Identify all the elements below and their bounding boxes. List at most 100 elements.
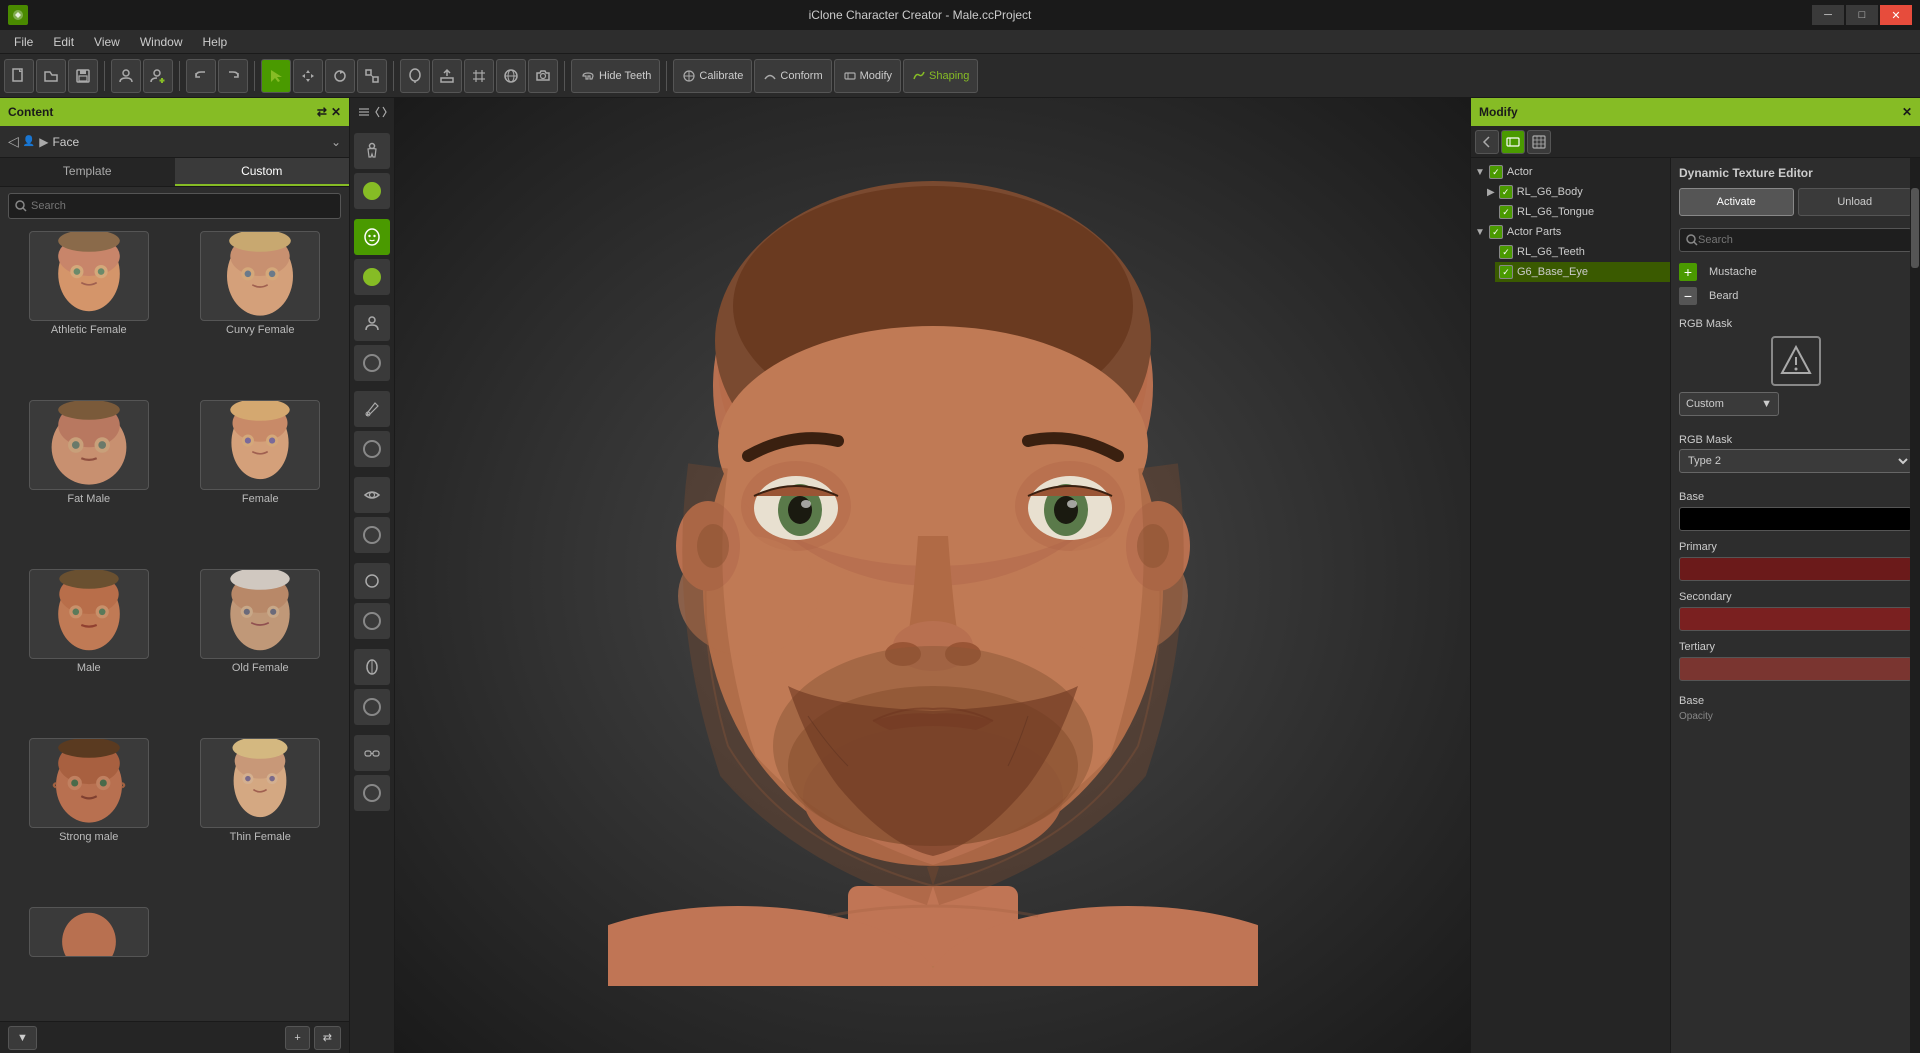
maximize-button[interactable]: □ (1846, 5, 1878, 25)
remove-beard-button[interactable]: − (1679, 287, 1697, 305)
grid-button[interactable] (464, 59, 494, 93)
scrollbar-thumb[interactable] (1911, 188, 1919, 268)
circle-dot-icon[interactable] (354, 603, 390, 639)
list-item[interactable]: Thin Female (178, 738, 344, 901)
texture-search-box[interactable] (1679, 228, 1912, 252)
menu-file[interactable]: File (4, 33, 43, 51)
scroll-down-button[interactable]: ▼ (8, 1026, 37, 1050)
edit-item-button[interactable]: ⇄ (314, 1026, 341, 1050)
face-sub-icon[interactable] (354, 259, 390, 295)
menu-help[interactable]: Help (193, 33, 238, 51)
primary-color-swatch[interactable] (1679, 557, 1912, 581)
scale-button[interactable] (357, 59, 387, 93)
eye-dot-icon[interactable] (354, 517, 390, 553)
base-color-swatch[interactable] (1679, 507, 1912, 531)
person-button[interactable] (111, 59, 141, 93)
list-item[interactable] (6, 907, 172, 1015)
eye-icon[interactable] (354, 477, 390, 513)
body-sub-icon[interactable] (354, 173, 390, 209)
content-search-box[interactable] (8, 193, 341, 219)
custom-dropdown[interactable]: Custom ▼ (1679, 392, 1779, 416)
menu-view[interactable]: View (84, 33, 130, 51)
circle-icon[interactable] (354, 563, 390, 599)
list-item[interactable]: Fat Male (6, 400, 172, 563)
tree-item-actor[interactable]: ▼ ✓ Actor (1471, 162, 1670, 182)
wrench-dot-icon[interactable] (354, 689, 390, 725)
right-panel-toolbar (1471, 126, 1920, 158)
person-icon[interactable] (354, 305, 390, 341)
conform-button[interactable]: Conform (754, 59, 831, 93)
texture-search-input[interactable] (1698, 234, 1905, 246)
tree-item-teeth[interactable]: ✓ RL_G6_Teeth (1495, 242, 1670, 262)
list-item[interactable]: Curvy Female (178, 231, 344, 394)
open-button[interactable] (36, 59, 66, 93)
rgb-mask-type-section: RGB Mask Type 2 Type 1 Type 3 (1679, 434, 1912, 473)
close-panel-icon[interactable]: ✕ (331, 105, 341, 119)
brush-dot-icon[interactable] (354, 431, 390, 467)
select-button[interactable] (261, 59, 291, 93)
list-item[interactable]: Old Female (178, 569, 344, 732)
person-dot-icon[interactable] (354, 345, 390, 381)
list-item[interactable]: Athletic Female (6, 231, 172, 394)
secondary-color-swatch[interactable] (1679, 607, 1912, 631)
close-button[interactable]: ✕ (1880, 5, 1912, 25)
glasses-icon[interactable] (354, 735, 390, 771)
modify-button[interactable]: Modify (834, 59, 901, 93)
list-item[interactable]: Strong male (6, 738, 172, 901)
add-item-button[interactable]: + (285, 1026, 309, 1050)
hide-teeth-button[interactable]: Hide Teeth (571, 59, 660, 93)
rotate-button[interactable] (325, 59, 355, 93)
undo-button[interactable] (186, 59, 216, 93)
mustache-row: + Mustache (1679, 260, 1912, 284)
brush-icon[interactable] (354, 391, 390, 427)
headshape-button[interactable] (400, 59, 430, 93)
add-mustache-button[interactable]: + (1679, 263, 1697, 281)
modify-icon[interactable] (1501, 130, 1525, 154)
texture-icon[interactable] (1527, 130, 1551, 154)
tree-item-tongue[interactable]: ✓ RL_G6_Tongue (1495, 202, 1670, 222)
export-button[interactable] (432, 59, 462, 93)
wrench-icon[interactable] (354, 649, 390, 685)
face-label: Athletic Female (51, 324, 127, 336)
tree-item-actor-parts[interactable]: ▼ ✓ Actor Parts (1471, 222, 1670, 242)
search-input[interactable] (31, 200, 334, 212)
tree-item-eye[interactable]: ✓ G6_Base_Eye (1495, 262, 1670, 282)
new-button[interactable] (4, 59, 34, 93)
move-button[interactable] (293, 59, 323, 93)
tab-custom[interactable]: Custom (175, 158, 350, 186)
globe-button[interactable] (496, 59, 526, 93)
camera-button[interactable] (528, 59, 558, 93)
hide-teeth-label: Hide Teeth (599, 70, 651, 82)
activate-button[interactable]: Activate (1679, 188, 1794, 216)
beard-row: − Beard (1679, 284, 1912, 308)
face-icon[interactable] (354, 219, 390, 255)
back-icon[interactable] (1475, 130, 1499, 154)
rgb-mask-type-select[interactable]: Type 2 Type 1 Type 3 (1679, 449, 1912, 473)
texture-scrollbar[interactable] (1910, 158, 1920, 1053)
glasses-dot-icon[interactable] (354, 775, 390, 811)
redo-button[interactable] (218, 59, 248, 93)
list-item[interactable]: Female (178, 400, 344, 563)
body-icon[interactable] (354, 133, 390, 169)
minimize-button[interactable]: ─ (1812, 5, 1844, 25)
rgb-mask-type-label: RGB Mask (1679, 434, 1912, 446)
nav-expand[interactable]: ⌄ (331, 135, 341, 149)
back-button[interactable]: ◁ (8, 133, 19, 150)
base-color-label: Base (1679, 491, 1912, 503)
tree-item-body[interactable]: ▶ ✓ RL_G6_Body (1483, 182, 1670, 202)
shaping-button[interactable]: Shaping (903, 59, 978, 93)
breadcrumb-nav: ◁ 👤 ▶ Face ⌄ (0, 126, 349, 158)
menu-edit[interactable]: Edit (43, 33, 84, 51)
menu-window[interactable]: Window (130, 33, 193, 51)
tertiary-color-swatch[interactable] (1679, 657, 1912, 681)
calibrate-button[interactable]: Calibrate (673, 59, 752, 93)
unload-button[interactable]: Unload (1798, 188, 1913, 216)
save-button[interactable] (68, 59, 98, 93)
tab-template[interactable]: Template (0, 158, 175, 186)
close-right-panel[interactable]: ✕ (1902, 105, 1912, 119)
resize-handle[interactable] (354, 102, 390, 122)
expand-icon[interactable]: ⇄ (317, 105, 327, 119)
window-title: iClone Character Creator - Male.ccProjec… (28, 8, 1812, 22)
person-add-button[interactable] (143, 59, 173, 93)
list-item[interactable]: Male (6, 569, 172, 732)
